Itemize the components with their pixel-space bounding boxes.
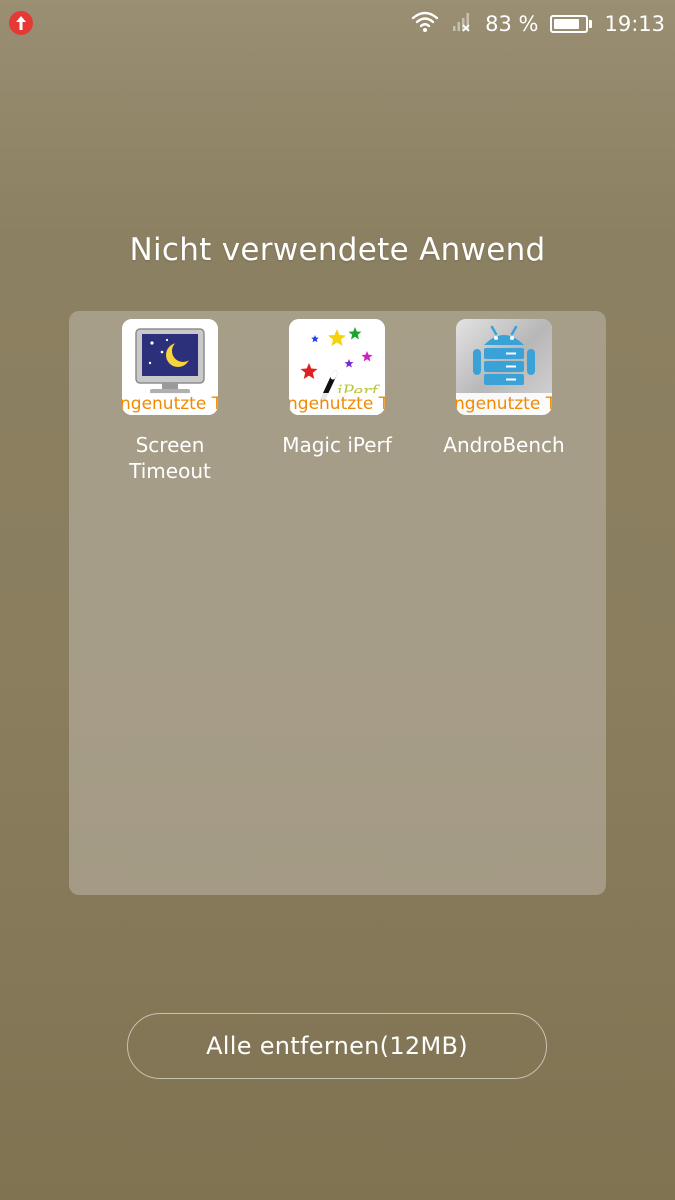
folder-title[interactable]: Nicht verwendete Anwend xyxy=(0,232,675,268)
app-magic-iperf[interactable]: iPerf ngenutzte T Magic iPerf xyxy=(254,319,420,458)
app-label: Screen Timeout xyxy=(129,433,211,483)
app-screen-timeout[interactable]: ngenutzte T Screen Timeout xyxy=(87,319,253,484)
battery-percent: 83 % xyxy=(485,12,539,36)
status-bar: 83 % 19:13 xyxy=(0,0,675,48)
magic-iperf-icon[interactable]: iPerf ngenutzte T xyxy=(289,319,385,415)
wifi-icon xyxy=(411,11,439,38)
status-indicators: 83 % 19:13 xyxy=(411,9,665,39)
clock: 19:13 xyxy=(604,12,665,36)
folder-panel: ngenutzte T Screen Timeout iPerf ngenutz xyxy=(69,311,606,895)
no-signal-icon xyxy=(451,11,473,38)
app-label: Magic iPerf xyxy=(282,433,392,457)
unused-badge: ngenutzte T xyxy=(456,393,552,415)
remove-all-button[interactable]: Alle entfernen(12MB) xyxy=(127,1013,547,1079)
battery-icon xyxy=(550,15,593,33)
unused-badge: ngenutzte T xyxy=(289,393,385,415)
upload-arrow-icon[interactable] xyxy=(9,11,33,35)
androbench-icon[interactable]: ngenutzte T xyxy=(456,319,552,415)
app-label: AndroBench xyxy=(443,433,565,457)
battery-level xyxy=(554,19,580,29)
screen-timeout-icon[interactable]: ngenutzte T xyxy=(122,319,218,415)
unused-badge: ngenutzte T xyxy=(122,393,218,415)
app-androbench[interactable]: ngenutzte T AndroBench xyxy=(421,319,587,458)
